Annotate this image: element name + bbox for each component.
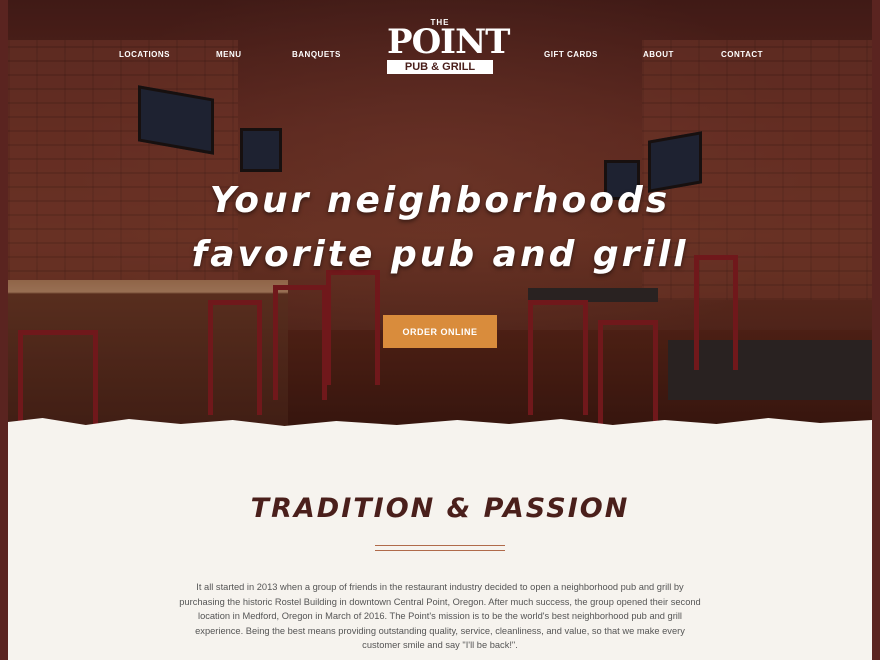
section-divider — [375, 545, 505, 551]
nav-about[interactable]: ABOUT — [643, 50, 674, 59]
hero-title-line-2: favorite pub and grill — [191, 234, 689, 275]
page-frame: LOCATIONS MENU BANQUETS GIFT CARDS ABOUT… — [8, 0, 872, 660]
nav-menu[interactable]: MENU — [216, 50, 242, 59]
hero-section: LOCATIONS MENU BANQUETS GIFT CARDS ABOUT… — [8, 0, 872, 430]
order-online-button[interactable]: ORDER ONLINE — [383, 315, 497, 348]
nav-locations[interactable]: LOCATIONS — [119, 50, 170, 59]
hero-title-line-1: Your neighborhoods — [209, 180, 671, 221]
section-title: TRADITION & PASSION — [250, 493, 630, 524]
nav-gift-cards[interactable]: GIFT CARDS — [544, 50, 598, 59]
logo-subtitle: PUB & GRILL — [387, 60, 493, 74]
logo-point: POINT — [387, 22, 510, 62]
site-logo[interactable]: THE POINT PUB & GRILL — [387, 18, 510, 88]
nav-contact[interactable]: CONTACT — [721, 50, 763, 59]
nav-banquets[interactable]: BANQUETS — [292, 50, 341, 59]
section-body: It all started in 2013 when a group of f… — [179, 582, 701, 650]
